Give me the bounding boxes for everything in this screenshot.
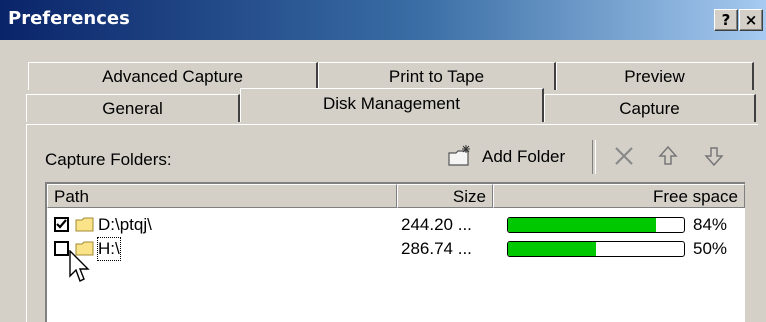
table-row[interactable]: D:\ptqj\ 244.20 ... 84% [47,214,747,236]
move-up-button[interactable] [654,143,682,171]
free-space-bar-fill [508,218,656,232]
capture-folders-list[interactable]: Path Size Free space D:\ptqj\ 244.20 ...… [45,182,745,322]
tab-general[interactable]: General [26,94,240,122]
column-header-free-space[interactable]: Free space [493,184,745,208]
mouse-cursor-icon [69,249,91,289]
help-button[interactable]: ? [714,9,738,31]
folder-icon [75,216,95,238]
row-path: D:\ptqj\ [98,215,152,234]
move-down-button[interactable] [700,143,728,171]
tab-capture[interactable]: Capture [544,94,756,122]
delete-button[interactable] [610,143,638,171]
table-row[interactable]: H:\ 286.74 ... 50% [47,237,747,261]
row-path: H:\ [97,237,121,261]
title-bar[interactable]: Preferences ? × [0,0,766,40]
checkmark-icon [56,219,67,229]
free-space-bar [507,241,685,257]
add-folder-label: Add Folder [482,147,566,166]
row-free-space: 50% [693,239,728,258]
free-space-bar-fill [508,242,596,256]
tab-print-to-tape[interactable]: Print to Tape [318,62,556,90]
toolbar-separator [592,140,596,174]
row-free-space: 84% [693,215,728,234]
tab-preview[interactable]: Preview [556,62,754,90]
add-folder-button[interactable]: Add Folder [446,143,574,171]
tab-advanced-capture[interactable]: Advanced Capture [28,62,318,90]
row-size: 244.20 ... [401,215,472,234]
column-header-size[interactable]: Size [397,184,493,208]
window-title: Preferences [8,8,130,29]
row-checkbox[interactable] [54,217,69,232]
free-space-bar [507,217,685,233]
column-header-path[interactable]: Path [47,184,397,208]
tab-disk-management[interactable]: Disk Management [240,88,544,122]
row-size: 286.74 ... [401,239,472,258]
row-checkbox[interactable] [54,241,69,256]
capture-folders-label: Capture Folders: [45,150,172,169]
close-button[interactable]: × [739,9,763,31]
preferences-dialog: Preferences ? × Advanced Capture Print t… [0,0,766,322]
